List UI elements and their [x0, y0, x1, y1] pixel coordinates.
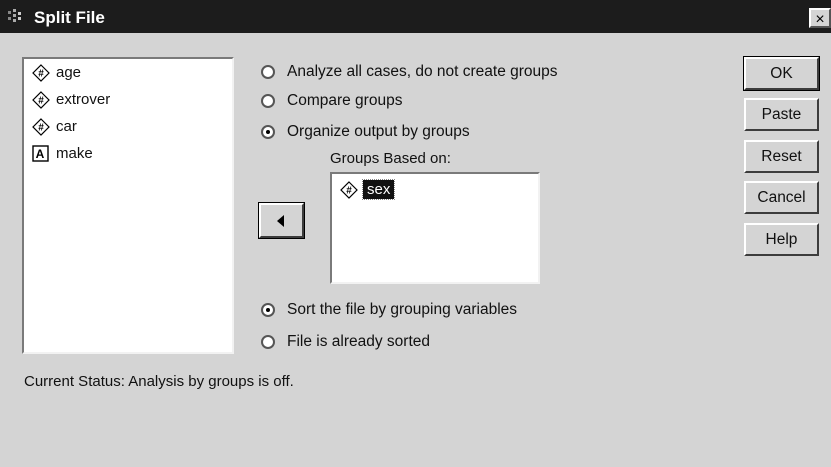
variable-label: make — [56, 145, 93, 162]
radio-label: Compare groups — [287, 92, 403, 109]
current-status-text: Current Status: Analysis by groups is of… — [24, 373, 294, 390]
reset-button[interactable]: Reset — [744, 140, 819, 173]
arrow-left-icon — [277, 215, 284, 227]
radio-label: File is already sorted — [287, 333, 431, 350]
cancel-button[interactable]: Cancel — [744, 181, 819, 214]
svg-text:A: A — [36, 147, 45, 161]
radio-indicator[interactable] — [261, 94, 275, 108]
radio-indicator[interactable] — [261, 335, 275, 349]
help-button[interactable]: Help — [744, 223, 819, 256]
radio-indicator[interactable] — [261, 65, 275, 79]
group-variable-label: sex — [361, 179, 396, 200]
spss-app-icon — [8, 9, 21, 22]
numeric-variable-icon: # — [32, 118, 50, 136]
radio-indicator[interactable] — [261, 125, 275, 139]
paste-button[interactable]: Paste — [744, 98, 819, 131]
title-bar: Split File × — [0, 0, 831, 33]
variable-label: extrover — [56, 91, 111, 108]
radio-label: Analyze all cases, do not create groups — [287, 63, 558, 80]
numeric-variable-icon: # — [32, 64, 50, 82]
move-variable-button[interactable] — [258, 202, 305, 239]
svg-text:#: # — [346, 186, 352, 197]
groups-based-on-label: Groups Based on: — [330, 150, 451, 167]
window-title: Split File — [34, 8, 105, 27]
ok-button[interactable]: OK — [743, 56, 820, 91]
radio-label: Sort the file by grouping variables — [287, 301, 518, 318]
radio-label: Organize output by groups — [287, 123, 470, 140]
variable-label: car — [56, 118, 77, 135]
close-icon: × — [815, 11, 825, 28]
variable-list[interactable]: # age # extrover # car A make — [22, 57, 234, 354]
groups-based-on-list[interactable]: # sex — [330, 172, 540, 284]
close-button[interactable]: × — [809, 8, 831, 28]
numeric-variable-icon: # — [32, 91, 50, 109]
string-variable-icon: A — [32, 145, 49, 162]
radio-indicator[interactable] — [261, 303, 275, 317]
numeric-variable-icon: # — [340, 181, 358, 199]
svg-text:#: # — [38, 123, 44, 134]
svg-text:#: # — [38, 96, 44, 107]
svg-text:#: # — [38, 69, 44, 80]
variable-label: age — [56, 64, 82, 81]
